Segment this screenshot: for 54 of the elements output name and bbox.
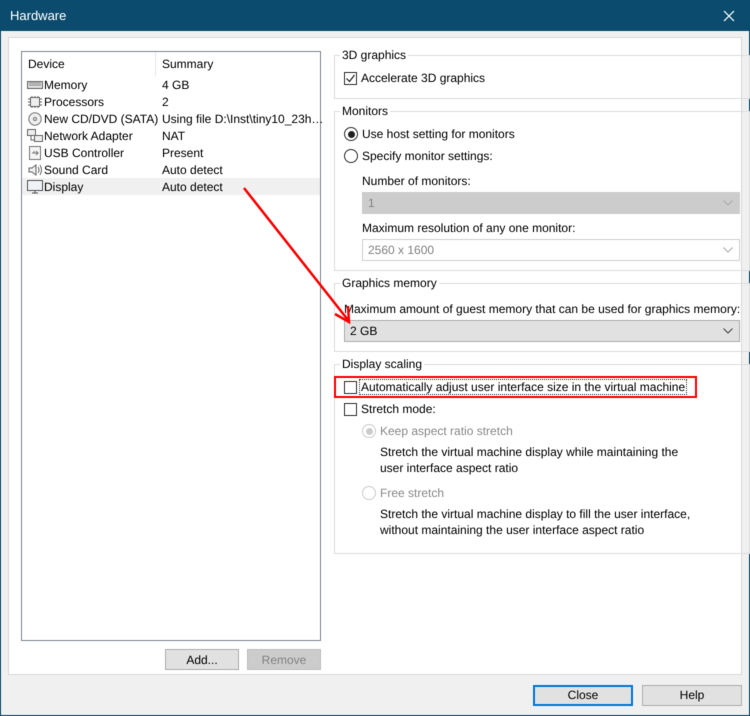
device-name: Sound Card <box>44 162 108 176</box>
close-button[interactable]: Close <box>533 684 633 706</box>
chevron-icon <box>723 328 734 334</box>
window-title: Hardware <box>10 8 66 23</box>
device-row[interactable]: Network Adapter NAT <box>22 127 320 144</box>
device-name: Memory <box>44 78 88 92</box>
column-header[interactable]: Summary <box>156 57 320 71</box>
checkbox[interactable] <box>344 380 357 394</box>
device-row[interactable]: Processors 2 <box>22 93 320 110</box>
device-row[interactable]: Display Auto detect <box>22 178 320 195</box>
group-title: Monitors <box>340 104 390 118</box>
device-summary: Auto detect <box>161 162 224 176</box>
dropdown[interactable]: 2 GB <box>344 320 740 342</box>
network-icon <box>27 128 43 142</box>
group-title: Display scaling <box>340 357 424 371</box>
chevron-icon <box>723 247 734 253</box>
device-summary: 4 GB <box>161 78 190 92</box>
device-name: Processors <box>44 94 104 108</box>
device-summary: Auto detect <box>161 180 224 194</box>
radio-button[interactable] <box>344 149 358 163</box>
description-text: Stretch the virtual machine display while maintaining the user interface aspect ratio <box>380 444 680 476</box>
help-button[interactable]: Help <box>642 684 742 706</box>
group-title: Graphics memory <box>340 276 439 290</box>
device-summary: NAT <box>161 128 186 142</box>
device-name: USB Controller <box>44 146 124 160</box>
usb-icon <box>27 146 43 160</box>
disc-icon <box>27 112 43 126</box>
radio-button[interactable] <box>344 127 358 141</box>
device-name: Display <box>44 180 84 194</box>
speaker-icon <box>27 162 43 176</box>
device-summary: 2 <box>161 94 170 108</box>
device-summary: Present <box>161 146 204 160</box>
add-button[interactable]: Add... <box>165 649 239 670</box>
checkbox-label[interactable]: Automatically adjust user interface size in the virtual machine <box>359 379 688 395</box>
checkbox-label[interactable]: Stretch mode: <box>359 401 438 417</box>
checkbox[interactable] <box>344 402 357 416</box>
checkbox-label[interactable]: Accelerate 3D graphics <box>359 70 488 86</box>
radio-label[interactable]: Use host setting for monitors <box>360 126 517 142</box>
checkbox[interactable] <box>344 72 357 84</box>
device-name: Network Adapter <box>44 128 133 142</box>
column-header[interactable]: Device <box>22 52 156 76</box>
chevron-icon <box>723 200 734 206</box>
device-row[interactable]: Sound Card Auto detect <box>22 161 320 178</box>
field-label: Number of monitors: <box>362 174 471 188</box>
group-title: 3D graphics <box>340 48 408 62</box>
monitor-icon <box>27 180 43 194</box>
chip-icon <box>27 94 43 108</box>
field-label: Maximum resolution of any one monitor: <box>362 221 576 235</box>
close-icon[interactable] <box>723 10 735 22</box>
device-row[interactable]: USB Controller Present <box>22 144 320 161</box>
device-name: New CD/DVD (SATA) <box>44 112 158 126</box>
device-row[interactable]: Memory 4 GB <box>22 76 320 93</box>
radio-label[interactable]: Specify monitor settings: <box>360 148 495 164</box>
description-text: Stretch the virtual machine display to fill the user interface, without maintaining the user interface aspect ratio <box>380 506 692 538</box>
